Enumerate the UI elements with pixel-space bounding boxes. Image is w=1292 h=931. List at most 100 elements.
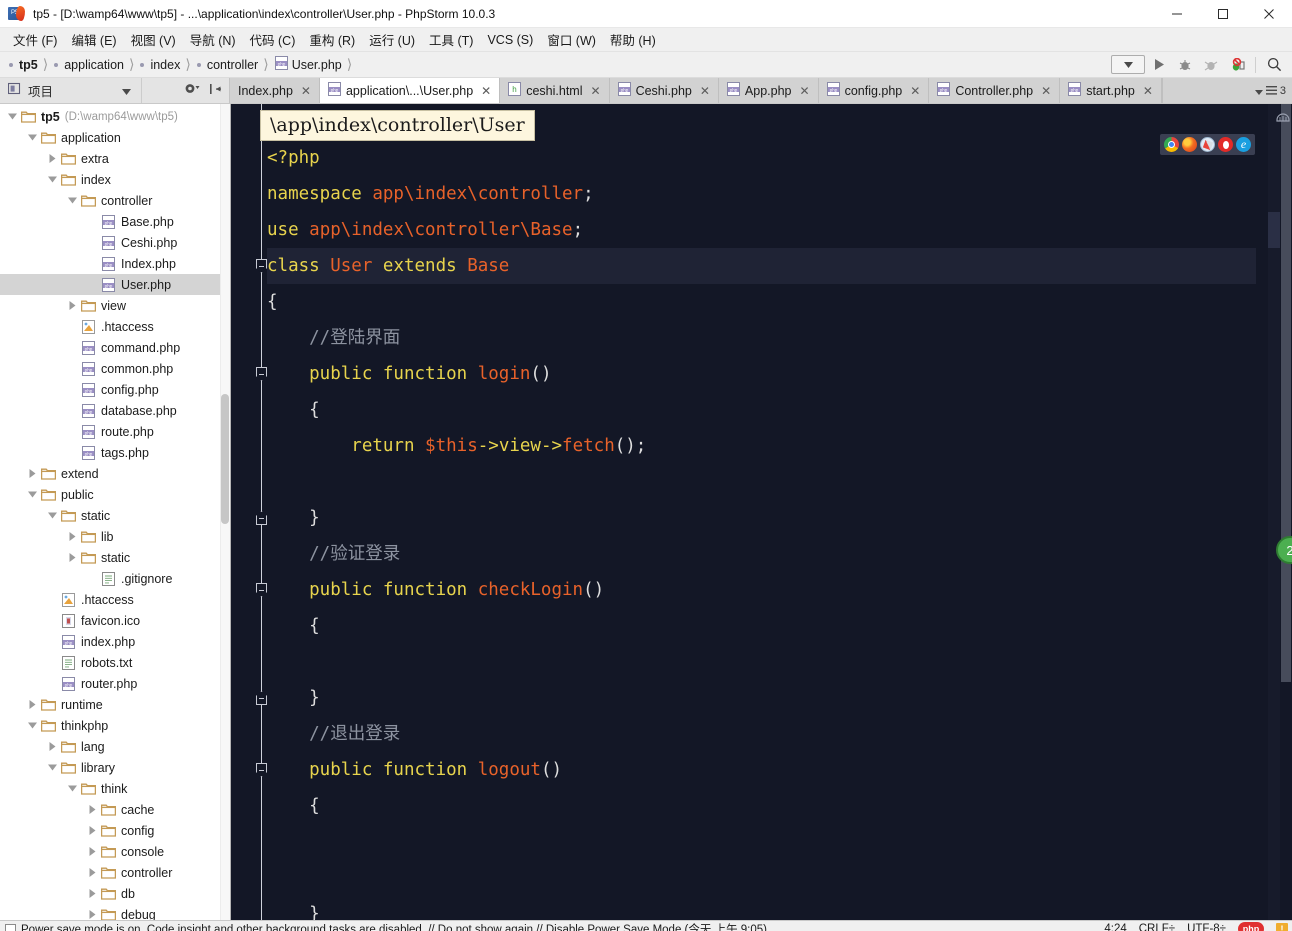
tab-list-icon[interactable] [1265,82,1277,100]
code-line[interactable]: namespace app\index\controller; [267,176,1256,212]
code-line[interactable]: } [267,680,1256,716]
tree-node-user-php[interactable]: php User.php [0,274,230,295]
file-encoding[interactable]: UTF-8÷ [1187,923,1226,931]
tree-node-base-php[interactable]: php Base.php [0,211,230,232]
tree-node-route-php[interactable]: php route.php [0,421,230,442]
tree-node-console[interactable]: console [0,841,230,862]
chevron-right-icon[interactable] [26,467,39,480]
tree-node-controller[interactable]: controller [0,190,230,211]
tree-node-favicon-ico[interactable]: favicon.ico [0,610,230,631]
tree-node-gitignore[interactable]: .gitignore [0,568,230,589]
tree-node-common-php[interactable]: php common.php [0,358,230,379]
editor-tab-ceshi-php[interactable]: php Ceshi.php ✕ [609,78,719,103]
chevron-down-icon[interactable] [66,194,79,207]
editor-scrollbar-thumb[interactable] [1281,104,1291,682]
chevron-right-icon[interactable] [86,908,99,920]
tree-node-view[interactable]: view [0,295,230,316]
chevron-right-icon[interactable] [46,740,59,753]
editor-tab-user-php[interactable]: php application\...\User.php ✕ [319,78,501,103]
caret-position[interactable]: 4:24 [1104,923,1126,931]
code-line[interactable]: //验证登录 [267,536,1256,572]
chevron-right-icon[interactable] [66,299,79,312]
tree-node-index-php[interactable]: php index.php [0,631,230,652]
chevron-down-icon[interactable] [1254,82,1263,100]
close-icon[interactable]: ✕ [481,84,491,98]
menu-help[interactable]: 帮助 (H) [603,28,663,51]
tree-node-index-php[interactable]: php Index.php [0,253,230,274]
safari-icon[interactable] [1200,137,1215,152]
chevron-right-icon[interactable] [66,551,79,564]
tree-node-controller[interactable]: controller [0,862,230,883]
tree-node-config[interactable]: config [0,820,230,841]
chevron-down-icon[interactable] [66,782,79,795]
editor-tab-controller-php[interactable]: php Controller.php ✕ [929,78,1061,103]
close-icon[interactable]: ✕ [910,84,920,98]
code-line[interactable]: } [267,896,1256,920]
code-line[interactable]: <?php [267,140,1256,176]
tree-node-command-php[interactable]: php command.php [0,337,230,358]
project-tool-window-button[interactable]: 项目 [0,78,142,103]
code-line[interactable] [267,464,1256,500]
tree-node-static[interactable]: static [0,505,230,526]
close-icon[interactable]: ✕ [301,84,311,98]
code-line[interactable]: return $this->view->fetch(); [267,428,1256,464]
menu-tools[interactable]: 工具 (T) [422,28,480,51]
debug-icon[interactable] [1173,54,1197,76]
tree-node-cache[interactable]: cache [0,799,230,820]
close-icon[interactable]: ✕ [1143,84,1153,98]
breadcrumb-item-tp5[interactable]: tp5 [4,55,39,75]
chevron-down-icon[interactable] [26,131,39,144]
code-line[interactable]: class User extends Base [231,248,1292,284]
chevron-down-icon[interactable] [46,761,59,774]
chevron-down-icon[interactable] [46,509,59,522]
breadcrumb-item-user-php[interactable]: php User.php [270,55,343,75]
gear-icon[interactable] [184,82,200,100]
collapse-all-icon[interactable] [209,82,222,100]
chevron-down-icon[interactable] [26,488,39,501]
menu-run[interactable]: 运行 (U) [362,28,422,51]
editor-tab-index-php[interactable]: Index.php ✕ [230,78,320,103]
close-icon[interactable]: ✕ [591,84,601,98]
opera-icon[interactable] [1218,137,1233,152]
menu-window[interactable]: 窗口 (W) [540,28,603,51]
editor-tab-app-php[interactable]: php App.php ✕ [718,78,819,103]
tree-node-config-php[interactable]: php config.php [0,379,230,400]
tree-node-think[interactable]: think [0,778,230,799]
code-line[interactable] [267,644,1256,680]
minimize-button[interactable] [1154,0,1200,27]
chevron-right-icon[interactable] [86,887,99,900]
close-icon[interactable]: ✕ [800,84,810,98]
chevron-down-icon[interactable] [6,110,19,123]
hector-inspection-icon[interactable] [1276,112,1290,124]
menu-edit[interactable]: 编辑 (E) [64,28,123,51]
editor-scrollbar-track[interactable] [1280,104,1292,920]
chevron-right-icon[interactable] [46,152,59,165]
chevron-right-icon[interactable] [86,803,99,816]
menu-refactor[interactable]: 重构 (R) [302,28,362,51]
tree-node-thinkphp[interactable]: thinkphp [0,715,230,736]
internet-explorer-icon[interactable]: e [1236,137,1251,152]
code-line[interactable] [267,824,1256,860]
sidebar-scrollbar-track[interactable] [220,104,230,920]
coverage-icon[interactable] [1199,54,1223,76]
chevron-right-icon[interactable] [86,845,99,858]
code-line[interactable]: } [267,500,1256,536]
tree-node-application[interactable]: application [0,127,230,148]
tree-node-library[interactable]: library [0,757,230,778]
tree-node-robots-txt[interactable]: robots.txt [0,652,230,673]
sidebar-scrollbar-thumb[interactable] [221,394,229,524]
tree-node-extend[interactable]: extend [0,463,230,484]
editor-tab-start-php[interactable]: php start.php ✕ [1060,78,1162,103]
lock-icon[interactable] [1276,922,1288,931]
tree-node-ceshi-php[interactable]: php Ceshi.php [0,232,230,253]
tree-node-tp5[interactable]: tp5 (D:\wamp64\www\tp5) [0,106,230,127]
line-separator[interactable]: CRLF÷ [1139,923,1175,931]
tree-node-htaccess[interactable]: .htaccess [0,316,230,337]
breadcrumb-item-application[interactable]: application [49,55,125,75]
chevron-right-icon[interactable] [66,530,79,543]
code-line[interactable]: public function logout() [267,752,1256,788]
code-line[interactable]: { [267,608,1256,644]
code-line[interactable]: //退出登录 [267,716,1256,752]
maximize-button[interactable] [1200,0,1246,27]
menu-navigate[interactable]: 导航 (N) [183,28,243,51]
